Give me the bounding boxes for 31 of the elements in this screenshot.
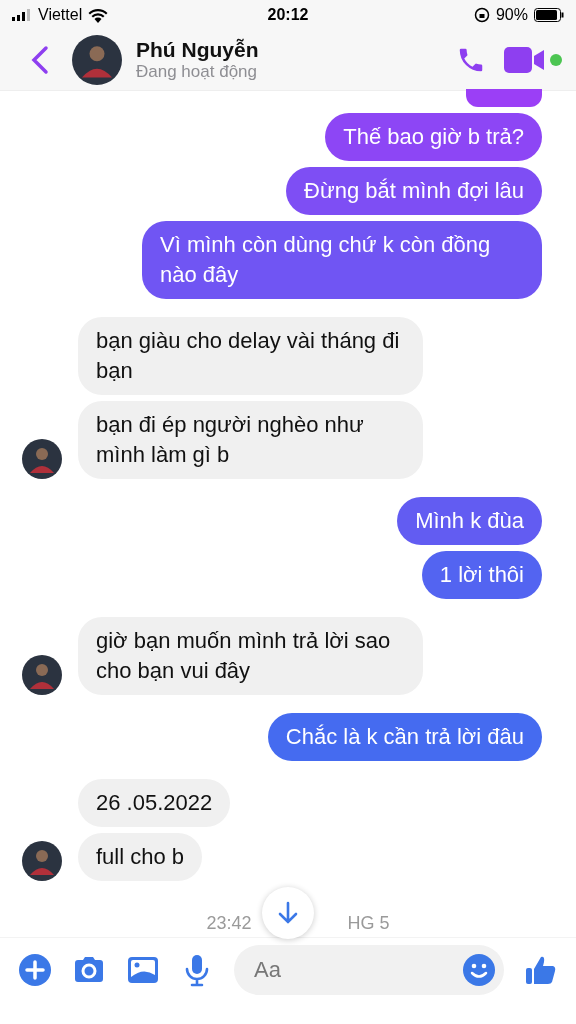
message-bubble: full cho b	[78, 833, 203, 881]
clock-time: 20:12	[267, 6, 309, 24]
plus-icon[interactable]	[18, 953, 52, 987]
timestamp: 23:42	[206, 913, 252, 934]
message-bubble: bạn đi ép người nghèo như mình làm gì b	[78, 401, 423, 479]
timestamp: HG 5	[347, 913, 390, 934]
carrier-name: Viettel	[38, 6, 83, 24]
battery-percent: 90%	[495, 6, 528, 24]
message-bubble: Thế bao giờ b trả?	[325, 113, 542, 161]
rotation-lock-icon	[473, 7, 490, 23]
avatar-icon	[22, 439, 62, 479]
message-bubble: Vì mình còn dùng chứ k còn đồng nào đây	[142, 221, 542, 299]
message-input[interactable]: Aa	[234, 945, 504, 995]
contact-name: Phú Nguyễn	[136, 38, 260, 62]
message-bubble: bạn giàu cho delay vài tháng đi bạn	[78, 317, 423, 395]
avatar-icon	[22, 841, 62, 881]
contact-status: Đang hoạt động	[136, 62, 258, 82]
message-bubble: giờ bạn muốn mình trả lời sao cho bạn vui đây	[78, 617, 423, 695]
signal-icon	[12, 9, 32, 21]
wifi-icon	[88, 7, 109, 23]
message-bubble: 1 lời thôi	[421, 551, 542, 599]
avatar-icon	[22, 655, 62, 695]
video-call-icon[interactable]	[504, 47, 544, 73]
message-bubble: Đừng bắt mình đợi lâu	[286, 167, 542, 215]
avatar-icon[interactable]	[72, 35, 122, 85]
emoji-icon[interactable]	[462, 953, 496, 987]
message-bubble: 26 .05.2022	[78, 779, 231, 827]
battery-icon	[534, 8, 564, 22]
scroll-down-button[interactable]	[262, 887, 314, 939]
message-bubble: Chắc là k cần trả lời đâu	[267, 713, 542, 761]
message-bubble: Mình k đùa	[397, 497, 542, 545]
